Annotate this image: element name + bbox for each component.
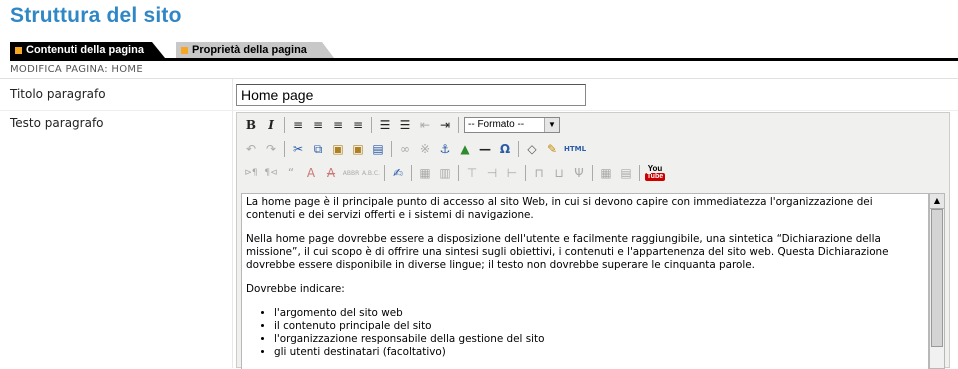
edit-icon[interactable]: ✍ bbox=[388, 163, 408, 183]
table-icon[interactable]: ▦ bbox=[415, 163, 435, 183]
separator bbox=[592, 165, 593, 181]
tab-divider bbox=[10, 58, 958, 61]
numbered-list-button[interactable]: ☰ bbox=[395, 115, 415, 135]
separator bbox=[391, 141, 392, 157]
youtube-icon[interactable]: You Tube bbox=[644, 163, 666, 183]
align-justify-button[interactable]: ≡ bbox=[348, 115, 368, 135]
editor-content[interactable]: La home page è il principale punto di ac… bbox=[241, 193, 929, 369]
separator bbox=[384, 165, 385, 181]
list-item: l'argomento del sito web bbox=[274, 307, 920, 320]
title-field-label: Titolo paragrafo bbox=[10, 87, 106, 101]
title-field[interactable] bbox=[236, 84, 586, 106]
image-icon[interactable]: ▲ bbox=[455, 139, 475, 159]
bullet-list: l'argomento del sito web il contenuto pr… bbox=[246, 307, 920, 359]
abbr-icon[interactable]: ABBR bbox=[341, 163, 361, 183]
strike-color-icon[interactable]: A bbox=[321, 163, 341, 183]
align-center-button[interactable]: ≡ bbox=[308, 115, 328, 135]
list-item: gli utenti destinatari (facoltativo) bbox=[274, 346, 920, 359]
paragraph: La home page è il principale punto di ac… bbox=[246, 196, 873, 221]
page-title: Struttura del sito bbox=[10, 4, 182, 27]
divider bbox=[0, 78, 958, 79]
grid-props-icon[interactable]: ▤ bbox=[616, 163, 636, 183]
ltr-icon[interactable]: ⊳¶ bbox=[241, 163, 261, 183]
paste-text-icon[interactable]: ▣ bbox=[348, 139, 368, 159]
cleanup-icon[interactable]: ✎ bbox=[542, 139, 562, 159]
separator bbox=[284, 141, 285, 157]
separator bbox=[458, 165, 459, 181]
separator bbox=[411, 165, 412, 181]
tab-label: Proprietà della pagina bbox=[192, 44, 307, 56]
vertical-scrollbar[interactable]: ▲ bbox=[929, 193, 945, 369]
separator bbox=[639, 165, 640, 181]
tab-contenuti[interactable]: Contenuti della pagina bbox=[10, 42, 165, 58]
outdent-button[interactable]: ⇤ bbox=[415, 115, 435, 135]
insert-row-icon[interactable]: ⊤ bbox=[462, 163, 482, 183]
insert-col-icon[interactable]: ⊣ bbox=[482, 163, 502, 183]
youtube-label-bottom: Tube bbox=[644, 173, 666, 181]
scrollbar-thumb[interactable] bbox=[931, 209, 943, 347]
acronym-icon[interactable]: A.B.C. bbox=[361, 163, 381, 183]
redo-button[interactable]: ↷ bbox=[261, 139, 281, 159]
blockquote-icon[interactable]: “ bbox=[281, 163, 301, 183]
delete-row-icon[interactable]: ⊢ bbox=[502, 163, 522, 183]
html-source-button[interactable]: HTML bbox=[562, 139, 588, 159]
separator bbox=[518, 141, 519, 157]
separator bbox=[458, 117, 459, 133]
table-props-icon[interactable]: ▥ bbox=[435, 163, 455, 183]
paragraph: Nella home page dovrebbe essere a dispos… bbox=[246, 233, 889, 271]
merge-cells-icon[interactable]: ⊓ bbox=[529, 163, 549, 183]
column-divider bbox=[232, 79, 233, 368]
format-select[interactable]: -- Formato -- ▼ bbox=[464, 117, 560, 133]
text-field-label: Testo paragrafo bbox=[10, 116, 104, 130]
paragraph: Dovrebbe indicare: bbox=[246, 283, 345, 295]
rich-text-editor: B I ≡ ≡ ≡ ≡ ☰ ☰ ⇤ ⇥ -- Formato -- ▼ ↶ ↷ … bbox=[236, 112, 950, 369]
separator bbox=[284, 117, 285, 133]
chevron-down-icon: ▼ bbox=[544, 118, 559, 132]
list-item: il contenuto principale del sito bbox=[274, 320, 920, 333]
split-cells-icon[interactable]: ⊔ bbox=[549, 163, 569, 183]
tab-label: Contenuti della pagina bbox=[26, 44, 144, 56]
italic-button[interactable]: I bbox=[261, 115, 281, 135]
indent-button[interactable]: ⇥ bbox=[435, 115, 455, 135]
tab-marker-icon bbox=[181, 47, 188, 54]
toolbar-row-2: ↶ ↷ ✂ ⧉ ▣ ▣ ▤ ∞ ※ ⚓ ▲ — Ω ◇ ✎ HTML bbox=[241, 139, 588, 159]
toolbar-row-3: ⊳¶ ¶⊲ “ A A ABBR A.B.C. ✍ ▦ ▥ ⊤ ⊣ ⊢ ⊓ ⊔ … bbox=[241, 163, 666, 183]
rtl-icon[interactable]: ¶⊲ bbox=[261, 163, 281, 183]
horizontal-rule-icon[interactable]: — bbox=[475, 139, 495, 159]
bold-button[interactable]: B bbox=[241, 115, 261, 135]
cell-props-icon[interactable]: Ψ bbox=[569, 163, 589, 183]
paste-icon[interactable]: ▣ bbox=[328, 139, 348, 159]
special-char-icon[interactable]: Ω bbox=[495, 139, 515, 159]
copy-icon[interactable]: ⧉ bbox=[308, 139, 328, 159]
eraser-icon[interactable]: ◇ bbox=[522, 139, 542, 159]
separator bbox=[525, 165, 526, 181]
row-divider bbox=[0, 110, 958, 111]
align-left-button[interactable]: ≡ bbox=[288, 115, 308, 135]
toolbar-row-1: B I ≡ ≡ ≡ ≡ ☰ ☰ ⇤ ⇥ -- Formato -- ▼ bbox=[241, 115, 560, 135]
paste-word-icon[interactable]: ▤ bbox=[368, 139, 388, 159]
tab-proprieta[interactable]: Proprietà della pagina bbox=[176, 42, 334, 58]
separator bbox=[371, 117, 372, 133]
unlink-icon[interactable]: ※ bbox=[415, 139, 435, 159]
cut-icon[interactable]: ✂ bbox=[288, 139, 308, 159]
tab-marker-icon bbox=[15, 47, 22, 54]
list-item: l'organizzazione responsabile della gest… bbox=[274, 333, 920, 346]
undo-button[interactable]: ↶ bbox=[241, 139, 261, 159]
breadcrumb: MODIFICA PAGINA: HOME bbox=[10, 64, 143, 75]
bullet-list-button[interactable]: ☰ bbox=[375, 115, 395, 135]
format-select-value: -- Formato -- bbox=[468, 119, 525, 130]
align-right-button[interactable]: ≡ bbox=[328, 115, 348, 135]
grid-icon[interactable]: ▦ bbox=[596, 163, 616, 183]
scroll-up-icon[interactable]: ▲ bbox=[930, 194, 944, 209]
youtube-label-top: You bbox=[647, 164, 663, 173]
link-icon[interactable]: ∞ bbox=[395, 139, 415, 159]
text-color-icon[interactable]: A bbox=[301, 163, 321, 183]
anchor-icon[interactable]: ⚓ bbox=[435, 139, 455, 159]
